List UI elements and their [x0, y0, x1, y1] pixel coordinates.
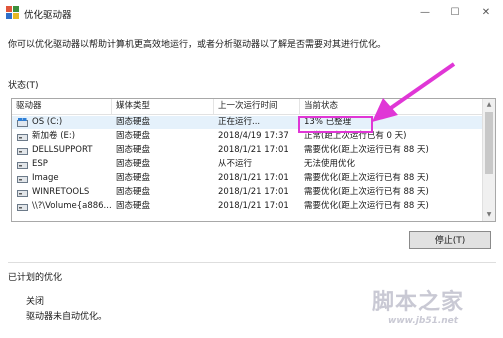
- drive-icon: [17, 162, 28, 169]
- media-type: 固态硬盘: [116, 173, 151, 183]
- media-type: 固态硬盘: [116, 159, 151, 169]
- media-type: 固态硬盘: [116, 145, 151, 155]
- column-header-last-run[interactable]: 上一次运行时间: [214, 99, 300, 114]
- table-row[interactable]: ESP 固态硬盘 从不运行 无法使用优化: [12, 158, 482, 171]
- title-bar: 优化驱动器 — ☐ ✕: [0, 0, 503, 26]
- current-status: 需要优化(距上次运行已有 88 天): [304, 145, 429, 155]
- media-type: 固态硬盘: [116, 201, 151, 211]
- schedule-description: 驱动器未自动优化。: [26, 312, 108, 322]
- drive-icon: [17, 204, 28, 211]
- table-row[interactable]: \\?\Volume{a886... 固态硬盘 2018/1/21 17:01 需要优…: [12, 200, 482, 213]
- drive-name: Image: [32, 173, 59, 183]
- watermark-url: www.jb51.net: [388, 316, 459, 326]
- table-row[interactable]: Image 固态硬盘 2018/1/21 17:01 需要优化(距上次运行已有 88 …: [12, 172, 482, 185]
- media-type: 固态硬盘: [116, 131, 151, 141]
- table-row[interactable]: WINRETOOLS 固态硬盘 2018/1/21 17:01 需要优化(距上次运行已…: [12, 186, 482, 199]
- scroll-up-icon[interactable]: ▲: [483, 99, 495, 111]
- drive-name: 新加卷 (E:): [32, 131, 76, 141]
- scroll-thumb[interactable]: [485, 112, 493, 174]
- last-run-time: 2018/1/21 17:01: [218, 201, 289, 211]
- maximize-button[interactable]: ☐: [441, 4, 469, 22]
- column-header-media-type[interactable]: 媒体类型: [112, 99, 214, 114]
- schedule-state: 关闭: [26, 297, 45, 307]
- minimize-button[interactable]: —: [411, 4, 439, 22]
- drive-icon: [17, 190, 28, 197]
- close-button[interactable]: ✕: [472, 4, 500, 22]
- drive-name: \\?\Volume{a886...: [32, 201, 112, 211]
- drive-name: DELLSUPPORT: [32, 145, 93, 155]
- watermark-logo: 脚本之家: [372, 290, 465, 315]
- last-run-time: 2018/1/21 17:01: [218, 187, 289, 197]
- drive-icon: [17, 148, 28, 155]
- last-run-time: 从不运行: [218, 159, 253, 169]
- vertical-scrollbar[interactable]: ▲ ▼: [482, 99, 495, 221]
- current-status: 需要优化(距上次运行已有 88 天): [304, 173, 429, 183]
- media-type: 固态硬盘: [116, 117, 151, 127]
- status-label: 状态(T): [8, 81, 39, 91]
- table-row[interactable]: DELLSUPPORT 固态硬盘 2018/1/21 17:01 需要优化(距上次运行…: [12, 144, 482, 157]
- media-type: 固态硬盘: [116, 187, 151, 197]
- defrag-app-icon: [6, 6, 19, 19]
- window-title: 优化驱动器: [24, 10, 72, 21]
- drive-name: OS (C:): [32, 117, 63, 127]
- drive-icon: [17, 134, 28, 141]
- highlight-box: [298, 116, 373, 133]
- drive-name: ESP: [32, 159, 48, 169]
- current-status: 需要优化(距上次运行已有 88 天): [304, 201, 429, 211]
- column-header-drive[interactable]: 驱动器: [12, 99, 112, 114]
- stop-button[interactable]: 停止(T): [409, 231, 491, 249]
- last-run-time: 2018/4/19 17:37: [218, 131, 289, 141]
- last-run-time: 2018/1/21 17:01: [218, 145, 289, 155]
- current-status: 无法使用优化: [304, 159, 356, 169]
- drive-icon: [17, 176, 28, 183]
- annotation-arrow-icon: [372, 62, 456, 122]
- scheduled-optimization-label: 已计划的优化: [8, 273, 63, 283]
- drive-name: WINRETOOLS: [32, 187, 90, 197]
- current-status: 需要优化(距上次运行已有 88 天): [304, 187, 429, 197]
- last-run-time: 2018/1/21 17:01: [218, 173, 289, 183]
- section-divider: [8, 262, 496, 263]
- os-drive-icon: [17, 118, 28, 127]
- table-row[interactable]: 新加卷 (E:) 固态硬盘 2018/4/19 17:37 正常(距上次运行已有 0 …: [12, 130, 482, 143]
- scroll-down-icon[interactable]: ▼: [483, 209, 495, 221]
- intro-text: 你可以优化驱动器以帮助计算机更高效地运行，或者分析驱动器以了解是否需要对其进行优…: [8, 40, 387, 50]
- last-run-time: 正在运行...: [218, 117, 261, 127]
